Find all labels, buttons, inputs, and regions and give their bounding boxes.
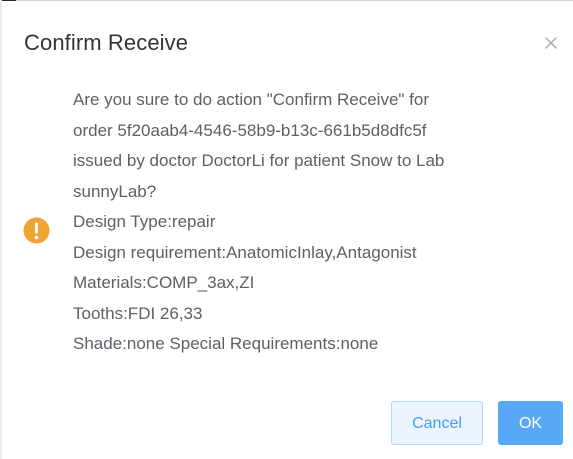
dialog-message: Are you sure to do action "Confirm Recei… [73, 85, 558, 360]
message-line-materials: Materials:COMP_3ax,ZI [73, 273, 255, 292]
message-line-shade: Shade:none Special Requirements:none [73, 334, 379, 353]
cancel-button[interactable]: Cancel [391, 401, 483, 445]
message-line: issued by doctor DoctorLi for patient Sn… [73, 151, 445, 170]
message-line-design-type: Design Type:repair [73, 212, 216, 231]
warning-icon [23, 217, 50, 244]
ok-button[interactable]: OK [498, 401, 563, 445]
message-line: sunnyLab? [73, 181, 157, 201]
close-icon[interactable] [542, 34, 560, 52]
dialog-title: Confirm Receive [24, 30, 189, 55]
page: Confirm Receive Are you sure to do actio… [0, 0, 573, 459]
message-line: Are you sure to do action "Confirm Recei… [73, 90, 430, 109]
message-line-design-requirement: Design requirement:AnatomicInlay,Antagon… [73, 242, 417, 262]
message-line: order 5f20aab4-4546-58b9-b13c-661b5d8dfc… [73, 120, 427, 140]
message-line-tooths: Tooths:FDI 26,33 [73, 303, 203, 323]
confirm-dialog: Confirm Receive Are you sure to do actio… [2, 1, 573, 459]
